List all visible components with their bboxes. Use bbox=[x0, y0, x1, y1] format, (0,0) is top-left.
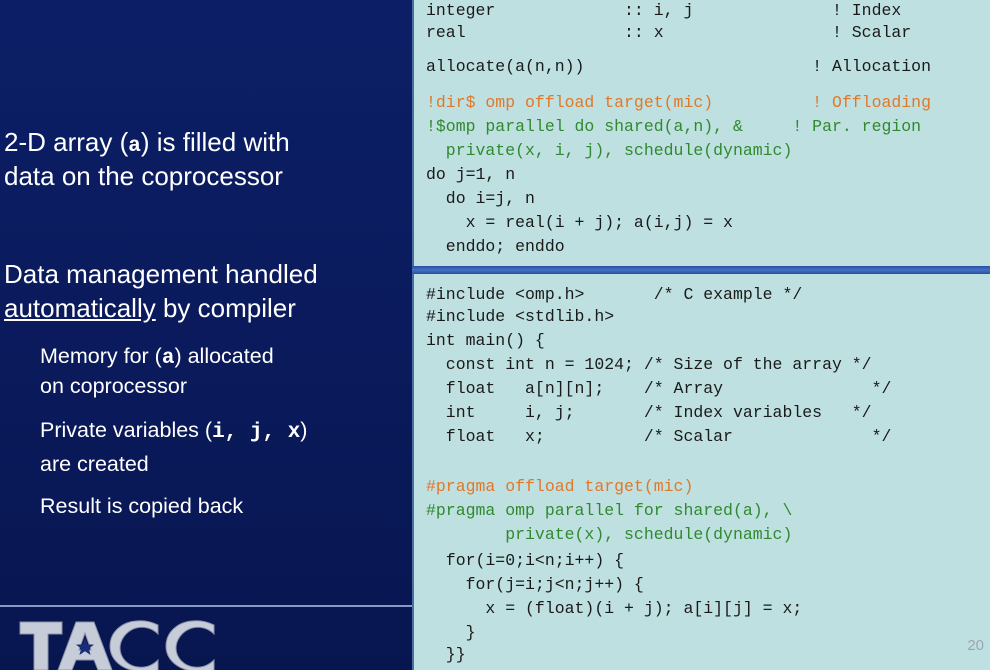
code-line: } bbox=[426, 623, 476, 642]
underlined-text: automatically bbox=[4, 293, 156, 323]
code-line: for(j=i;j<n;j++) { bbox=[426, 575, 644, 594]
bullet-array-filled: 2-D array (a) is filled with bbox=[4, 126, 290, 163]
code-line-omp: !$omp parallel do shared(a,n), & ! Par. … bbox=[426, 117, 922, 136]
code-line: integer :: i, j ! Index bbox=[426, 1, 902, 20]
sub-bullet-memory: Memory for (a) allocated bbox=[40, 342, 274, 373]
code-line: }} bbox=[426, 645, 466, 664]
sub-bullet-private: Private variables (i, j, x) bbox=[40, 416, 307, 447]
code-line-directive: !dir$ omp offload target(mic) ! Offloadi… bbox=[426, 93, 931, 112]
bullet-text: 2-D array ( bbox=[4, 127, 129, 157]
sub-text: ) allocated bbox=[174, 344, 274, 368]
code-line: const int n = 1024; /* Size of the array… bbox=[426, 355, 872, 374]
code-line: for(i=0;i<n;i++) { bbox=[426, 551, 625, 570]
sub-text: ) bbox=[300, 418, 308, 442]
code-line: x = (float)(i + j); a[i][j] = x; bbox=[426, 599, 803, 618]
inline-code: a bbox=[128, 135, 141, 158]
bullet-data-management: Data management handled bbox=[4, 259, 318, 289]
code-line: #include <omp.h> /* C example */ bbox=[426, 285, 803, 304]
bullet-text: by compiler bbox=[155, 293, 296, 323]
code-line-pragma-omp: private(x), schedule(dynamic) bbox=[426, 525, 793, 544]
code-line: int main() { bbox=[426, 331, 545, 350]
fortran-code-panel: integer :: i, j ! Index real :: x ! Scal… bbox=[412, 0, 990, 266]
page-number: 20 bbox=[967, 637, 984, 654]
bullet-text: ) is filled with bbox=[140, 127, 290, 157]
panel-separator bbox=[412, 266, 990, 274]
left-panel: 2-D array (a) is filled with data on the… bbox=[0, 0, 412, 670]
code-line: x = real(i + j); a(i,j) = x bbox=[426, 213, 733, 232]
code-line: do i=j, n bbox=[426, 189, 535, 208]
bullet-data-management-line2: automatically by compiler bbox=[4, 292, 296, 324]
sub-text: Memory for ( bbox=[40, 344, 162, 368]
code-line: #include <stdlib.h> bbox=[426, 307, 615, 326]
code-line: allocate(a(n,n)) ! Allocation bbox=[426, 57, 931, 76]
bullet-array-filled-line2: data on the coprocessor bbox=[4, 161, 283, 191]
code-line-pragma-omp: #pragma omp parallel for shared(a), \ bbox=[426, 501, 793, 520]
sub-bullet-memory-line2: on coprocessor bbox=[40, 374, 187, 398]
code-line: enddo; enddo bbox=[426, 237, 565, 256]
code-line-omp: private(x, i, j), schedule(dynamic) bbox=[426, 141, 793, 160]
code-line-pragma: #pragma offload target(mic) bbox=[426, 477, 694, 496]
tacc-logo bbox=[19, 620, 215, 670]
sub-bullet-private-line2: are created bbox=[40, 452, 149, 476]
c-code-panel: #include <omp.h> /* C example */ #includ… bbox=[412, 274, 990, 670]
code-line: real :: x ! Scalar bbox=[426, 23, 912, 42]
code-line: do j=1, n bbox=[426, 165, 516, 184]
sub-text: Private variables ( bbox=[40, 418, 213, 442]
code-line: float x; /* Scalar */ bbox=[426, 427, 892, 446]
code-line: float a[n][n]; /* Array */ bbox=[426, 379, 892, 398]
inline-code: i, j, x bbox=[212, 421, 301, 444]
code-line: int i, j; /* Index variables */ bbox=[426, 403, 872, 422]
inline-code: a bbox=[161, 347, 175, 370]
logo-divider bbox=[0, 605, 412, 607]
sub-bullet-result: Result is copied back bbox=[40, 494, 244, 518]
